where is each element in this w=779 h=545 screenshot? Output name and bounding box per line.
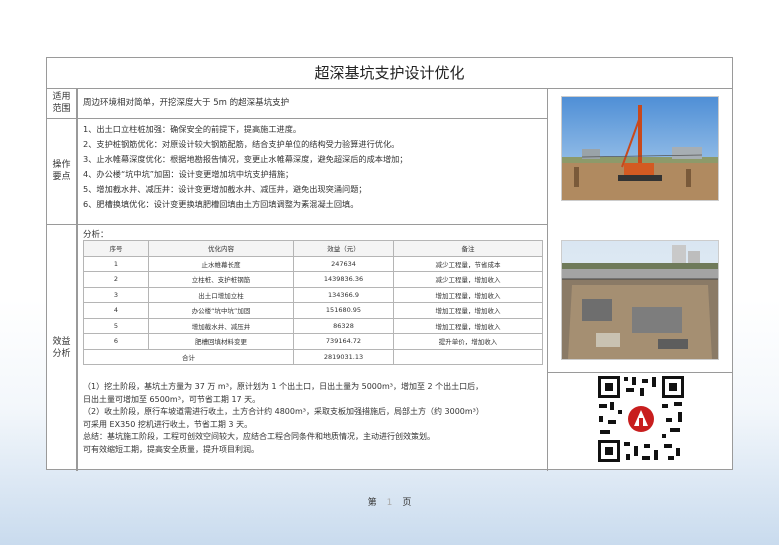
image-divider — [547, 372, 733, 373]
table-total-row: 合计 2819031.13 — [83, 348, 543, 365]
cell-note: 提升单价，增加收入 — [393, 333, 543, 350]
operation-item: 1、出土口立柱桩加强：确保安全的前提下，提高施工进度。 — [83, 124, 302, 134]
cell-index: 5 — [83, 317, 149, 334]
foundation-pit-illustration — [562, 241, 718, 359]
table-header-row: 序号 优化内容 效益（元） 备注 — [83, 240, 543, 257]
col-header-index: 序号 — [83, 240, 149, 257]
summary-line: （2）收土阶段，原行车坡道需进行收土，土方合计约 4800m³，采取支板加强措施… — [83, 407, 484, 416]
cell-benefit: 247634 — [293, 255, 394, 272]
summary-line: 日出土量可增加至 6500m³，可节省工期 17 天。 — [83, 394, 261, 404]
page-suffix: 页 — [402, 498, 412, 508]
cell-content: 立柱桩、支护桩钢筋 — [148, 271, 294, 288]
label-column-divider — [77, 88, 78, 471]
total-value: 2819031.13 — [293, 348, 394, 365]
table-row: 4 办公楼“坑中坑”加固 151680.95 增加工程量，增加收入 — [83, 302, 543, 319]
cell-content: 增加截水井、减压井 — [148, 317, 294, 334]
table-row: 3 出土口增加立柱 134366.9 增加工程量，增加收入 — [83, 286, 543, 303]
operations-label: 操作要点 — [47, 118, 77, 224]
page-number: 1 — [386, 498, 393, 508]
page-title: 超深基坑支护设计优化 — [47, 58, 732, 89]
cell-content: 止水帷幕长度 — [148, 255, 294, 272]
summary-line: 可有效缩短工期，提高安全质量，提升项目利润。 — [83, 444, 259, 454]
benefit-table: 序号 优化内容 效益（元） 备注 1 止水帷幕长度 247634 减少工程量，节… — [83, 240, 543, 365]
analysis-summary: （1）挖土阶段，基坑土方量为 37 万 m³，原计划为 1 个出土口，日出土量为… — [83, 381, 548, 456]
summary-line: 可采用 EX350 挖机进行收土，节省工期 3 天。 — [83, 419, 253, 429]
cell-note: 增加工程量，增加收入 — [393, 317, 543, 334]
col-header-note: 备注 — [393, 240, 543, 257]
operation-item: 4、办公楼“坑中坑”加固：设计变更增加坑中坑支护措施； — [83, 169, 294, 179]
total-label: 合计 — [83, 348, 294, 365]
operations-divider — [47, 224, 547, 225]
scope-divider — [47, 118, 547, 119]
operation-item: 3、止水帷幕深度优化：根据地勘报告情况，变更止水帷幕深度，避免超深后的成本增加； — [83, 154, 408, 164]
drilling-rig-photo — [561, 96, 719, 201]
operations-list: 1、出土口立柱桩加强：确保安全的前提下，提高施工进度。 2、支护桩钢筋优化：对原… — [83, 122, 543, 212]
cell-index: 3 — [83, 286, 149, 303]
table-row: 2 立柱桩、支护桩钢筋 1439836.36 减少工程量，增加收入 — [83, 271, 543, 288]
table-row: 6 肥槽回填材料变更 739164.72 提升单价，增加收入 — [83, 333, 543, 350]
cell-benefit: 86328 — [293, 317, 394, 334]
cell-benefit: 134366.9 — [293, 286, 394, 303]
qr-code-icon — [596, 374, 686, 464]
cell-benefit: 739164.72 — [293, 333, 394, 350]
cell-note: 减少工程量，增加收入 — [393, 271, 543, 288]
table-row: 5 增加截水井、减压井 86328 增加工程量，增加收入 — [83, 317, 543, 334]
page-footer: 第1页 — [0, 495, 779, 508]
operation-item: 5、增加截水井、减压井：设计变更增加截水井、减压井，避免出现突涌问题； — [83, 184, 367, 194]
cell-note: 增加工程量，增加收入 — [393, 302, 543, 319]
cell-content: 办公楼“坑中坑”加固 — [148, 302, 294, 319]
cell-index: 4 — [83, 302, 149, 319]
operation-item: 6、肥槽换填优化：设计变更换填肥槽回填由土方回填调整为素混凝土回填。 — [83, 199, 359, 209]
summary-line: 总结：基坑施工阶段，工程可创效空间较大，应结合工程合同条件和地质情况，主动进行创… — [83, 432, 435, 441]
qr-code — [596, 374, 686, 464]
col-header-content: 优化内容 — [148, 240, 294, 257]
col-header-benefit: 效益（元） — [293, 240, 394, 257]
operation-item: 2、支护桩钢筋优化：对原设计较大钢筋配筋，结合支护单位的结构受力验算进行优化。 — [83, 139, 400, 149]
scope-text: 周边环境相对简单，开挖深度大于 5m 的超深基坑支护 — [83, 98, 290, 108]
scope-label: 适用范围 — [47, 88, 77, 118]
cell-content: 肥槽回填材料变更 — [148, 333, 294, 350]
cell-index: 1 — [83, 255, 149, 272]
cell-index: 6 — [83, 333, 149, 350]
drilling-rig-illustration — [562, 97, 718, 200]
total-note — [393, 348, 543, 365]
analysis-label: 效益分析 — [47, 224, 77, 471]
foundation-pit-photo — [561, 240, 719, 360]
cell-note: 减少工程量，节省成本 — [393, 255, 543, 272]
cell-note: 增加工程量，增加收入 — [393, 286, 543, 303]
cell-content: 出土口增加立柱 — [148, 286, 294, 303]
cell-index: 2 — [83, 271, 149, 288]
page-prefix: 第 — [367, 498, 377, 508]
analysis-intro: 分析： — [83, 230, 109, 240]
table-row: 1 止水帷幕长度 247634 减少工程量，节省成本 — [83, 255, 543, 272]
cell-benefit: 151680.95 — [293, 302, 394, 319]
cell-benefit: 1439836.36 — [293, 271, 394, 288]
summary-line: （1）挖土阶段，基坑土方量为 37 万 m³，原计划为 1 个出土口，日出土量为… — [83, 382, 484, 391]
